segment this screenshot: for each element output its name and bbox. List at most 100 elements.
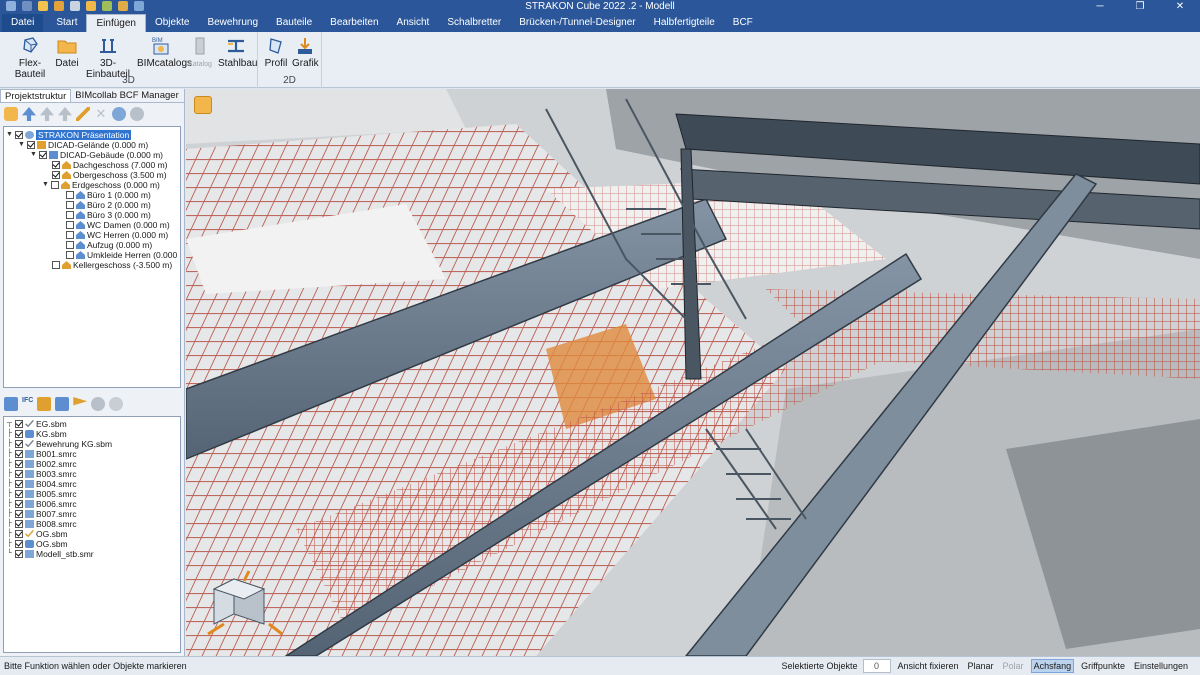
tree-node[interactable]: Kellergeschoss (-3.500 m) (52, 260, 172, 270)
einstellungen-button[interactable]: Einstellungen (1132, 660, 1190, 672)
flag-icon[interactable] (73, 397, 88, 406)
toggle-planar[interactable]: Planar (966, 660, 996, 672)
tab-bruecken-tunnel[interactable]: Brücken-/Tunnel-Designer (510, 14, 644, 32)
tab-bimcollab-bcf[interactable]: BIMcollab BCF Manager (71, 89, 182, 102)
link-icon[interactable] (91, 397, 106, 411)
tab-projektstruktur[interactable]: Projektstruktur (0, 89, 72, 102)
file-item[interactable]: ├ B002.smrc (6, 459, 77, 469)
file-item[interactable]: ├ B007.smrc (6, 509, 77, 519)
file-item[interactable]: ├ OG.sbm (6, 539, 68, 549)
file-icon (25, 520, 34, 528)
tab-halbfertigteile[interactable]: Halbfertigteile (645, 14, 724, 32)
tree-toolbar: ✕ (0, 103, 184, 125)
tree-node[interactable]: ▼ DICAD-Gelände (0.000 m) (18, 140, 148, 150)
tab-start[interactable]: Start (47, 14, 86, 32)
title-bar: STRAKON Cube 2022 .2 - Modell ─ ❐ ✕ (0, 0, 1200, 14)
settings-link-icon[interactable] (112, 107, 126, 121)
tab-schalbretter[interactable]: Schalbretter (438, 14, 510, 32)
file-item[interactable]: ├ B004.smrc (6, 479, 77, 489)
steel-beam-icon (228, 39, 244, 53)
grafik-label: Grafik (292, 58, 319, 69)
arrow-up-disabled-icon[interactable] (40, 107, 54, 121)
tree-node[interactable]: Büro 3 (0.000 m) (66, 210, 151, 220)
tab-bewehrung[interactable]: Bewehrung (198, 14, 267, 32)
file-label: B003.smrc (36, 469, 77, 479)
3d-viewport[interactable] (186, 89, 1200, 656)
tree-node[interactable]: Aufzug (0.000 m) (66, 240, 152, 250)
building-icon (49, 151, 58, 159)
file-item[interactable]: ├ B008.smrc (6, 519, 77, 529)
katalog-button[interactable]: Katalog (188, 36, 212, 69)
tree-node[interactable]: ▼ DICAD-Gebäude (0.000 m) (30, 150, 163, 160)
file-item[interactable]: ├ B001.smrc (6, 449, 77, 459)
file-icon (25, 550, 34, 558)
tree-node[interactable]: ▼ STRAKON Präsentation (6, 130, 132, 140)
arrow-up-icon[interactable] (22, 107, 36, 121)
unlink-disabled-icon[interactable] (109, 397, 124, 411)
ribbon: Flex-Bauteil Datei 3D-Einbauteil BIM BIM… (0, 32, 1200, 88)
stahlbau-label: Stahlbau (218, 58, 258, 69)
refresh-files-icon[interactable] (4, 397, 18, 411)
profile-icon (269, 38, 282, 54)
sort-icon[interactable] (37, 397, 52, 411)
file-label: KG.sbm (36, 429, 67, 439)
toggle-achsfang[interactable]: Achsfang (1030, 659, 1075, 673)
file-item[interactable]: ┬ EG.sbm (6, 419, 67, 429)
flex-component-icon (23, 37, 38, 53)
tab-bearbeiten[interactable]: Bearbeiten (321, 14, 387, 32)
close-button[interactable]: ✕ (1160, 0, 1200, 14)
flex-bauteil-button[interactable]: Flex-Bauteil (8, 36, 52, 80)
toggle-ansicht-fixieren[interactable]: Ansicht fixieren (896, 660, 961, 672)
datei-button[interactable]: Datei (55, 36, 79, 69)
profil-button[interactable]: Profil (264, 36, 288, 69)
folder-icon (57, 40, 77, 54)
group-3d-label: 3D (122, 75, 135, 86)
bimcatalogs-label: BIMcatalogs (137, 58, 193, 69)
file-item[interactable]: ├ KG.sbm (6, 429, 67, 439)
3d-einbauteil-button[interactable]: 3D-Einbauteil (84, 36, 132, 80)
tab-bauteile[interactable]: Bauteile (267, 14, 321, 32)
tree-node[interactable]: ▼ Erdgeschoss (0.000 m) (42, 180, 160, 190)
room-icon (76, 251, 85, 259)
check-icon (25, 420, 34, 428)
stahlbau-button[interactable]: Stahlbau (218, 36, 258, 69)
edit-icon[interactable] (76, 107, 90, 121)
tab-datei[interactable]: Datei (2, 14, 44, 32)
arrow-up-disabled-icon-2[interactable] (58, 107, 72, 121)
bim-catalog-icon: BIM (152, 38, 169, 55)
maximize-button[interactable]: ❐ (1120, 0, 1160, 14)
cloud-icon[interactable] (130, 107, 144, 121)
tab-bcf[interactable]: BCF (724, 14, 762, 32)
toggle-griffpunkte[interactable]: Griffpunkte (1079, 660, 1127, 672)
storey-icon (62, 261, 71, 269)
delete-icon[interactable]: ✕ (94, 107, 108, 121)
tree-node-label: STRAKON Präsentation (36, 130, 132, 140)
ifc-badge[interactable]: IFC (22, 397, 33, 411)
tree-node[interactable]: WC Herren (0.000 m) (66, 230, 168, 240)
file-item[interactable]: └ Modell_stb.smr (6, 549, 94, 559)
file-icon (25, 500, 34, 508)
tab-einfuegen[interactable]: Einfügen (86, 14, 146, 32)
load-icon[interactable] (55, 397, 70, 411)
file-item[interactable]: ├ B006.smrc (6, 499, 77, 509)
tree-node[interactable]: Dachgeschoss (7.000 m) (52, 160, 168, 170)
file-item[interactable]: ├ Bewehrung KG.sbm (6, 439, 112, 449)
file-item[interactable]: ├ OG.sbm (6, 529, 68, 539)
file-item[interactable]: ├ B003.smrc (6, 469, 77, 479)
view-settings-icon[interactable] (194, 96, 212, 114)
refresh-icon[interactable] (4, 107, 18, 121)
toggle-polar[interactable]: Polar (1001, 660, 1026, 672)
tab-ansicht[interactable]: Ansicht (388, 14, 439, 32)
tree-node[interactable]: Büro 2 (0.000 m) (66, 200, 151, 210)
tab-objekte[interactable]: Objekte (146, 14, 198, 32)
grafik-button[interactable]: Grafik (292, 36, 319, 69)
room-icon (76, 201, 85, 209)
tree-node[interactable]: Obergeschoss (3.500 m) (52, 170, 167, 180)
tree-node[interactable]: Büro 1 (0.000 m) (66, 190, 151, 200)
file-item[interactable]: ├ B005.smrc (6, 489, 77, 499)
tree-node[interactable]: WC Damen (0.000 m) (66, 220, 170, 230)
bimcatalogs-button[interactable]: BIM BIMcatalogs (137, 36, 192, 69)
tree-node[interactable]: Umkleide Herren (0.000 m) (66, 250, 180, 260)
ribbon-group-3d: Flex-Bauteil Datei 3D-Einbauteil BIM BIM… (0, 32, 258, 88)
minimize-button[interactable]: ─ (1080, 0, 1120, 14)
